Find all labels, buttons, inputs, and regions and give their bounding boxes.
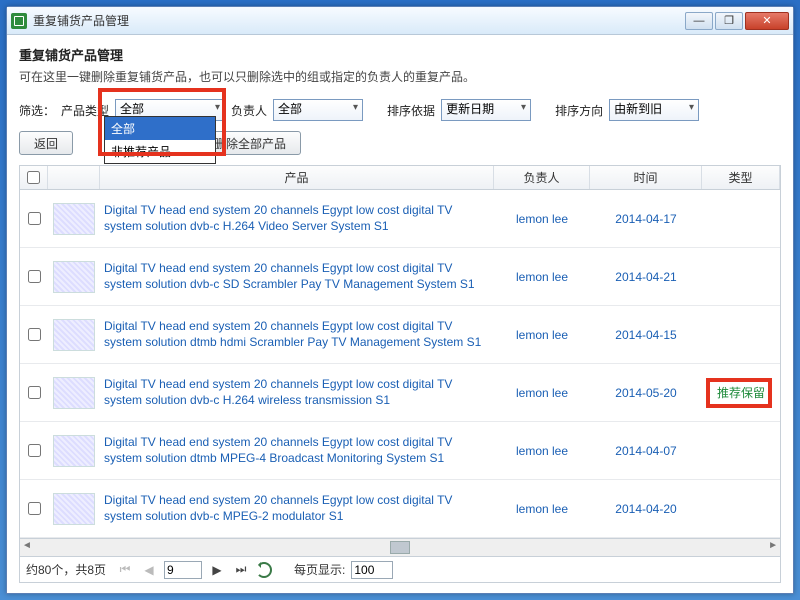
row-checkbox[interactable]	[20, 306, 48, 363]
header-time[interactable]: 时间	[590, 166, 702, 189]
table-row[interactable]: Digital TV head end system 20 channels E…	[20, 422, 780, 480]
row-type	[702, 306, 780, 363]
row-checkbox[interactable]	[20, 480, 48, 537]
header-image	[48, 166, 100, 189]
header-type[interactable]: 类型	[702, 166, 780, 189]
row-owner: lemon lee	[494, 364, 590, 421]
row-checkbox[interactable]	[20, 422, 48, 479]
pager-page-input[interactable]	[164, 561, 202, 579]
pager-first-icon[interactable]: ⏮	[116, 561, 134, 579]
refresh-icon[interactable]	[256, 562, 272, 578]
table-row[interactable]: Digital TV head end system 20 channels E…	[20, 248, 780, 306]
row-product[interactable]: Digital TV head end system 20 channels E…	[100, 248, 494, 305]
row-type	[702, 480, 780, 537]
titlebar: 重复铺货产品管理 — ❐ ✕	[7, 7, 793, 35]
row-type	[702, 190, 780, 247]
owner-label: 负责人	[231, 102, 267, 119]
maximize-button[interactable]: ❐	[715, 12, 743, 30]
row-owner: lemon lee	[494, 480, 590, 537]
row-time: 2014-04-15	[590, 306, 702, 363]
minimize-button[interactable]: —	[685, 12, 713, 30]
row-owner: lemon lee	[494, 306, 590, 363]
header-owner[interactable]: 负责人	[494, 166, 590, 189]
dropdown-option-nonrecommended[interactable]: 非推荐产品	[105, 140, 215, 163]
dropdown-option-all[interactable]: 全部	[105, 117, 215, 140]
per-page-input[interactable]	[351, 561, 393, 579]
row-product[interactable]: Digital TV head end system 20 channels E…	[100, 364, 494, 421]
sortdir-select[interactable]: 由新到旧	[609, 99, 699, 121]
pager-last-icon[interactable]: ⏭	[232, 561, 250, 579]
back-button[interactable]: 返回	[19, 131, 73, 155]
close-button[interactable]: ✕	[745, 12, 789, 30]
header-checkbox[interactable]	[20, 166, 48, 189]
table-row[interactable]: Digital TV head end system 20 channels E…	[20, 190, 780, 248]
page-title: 重复铺货产品管理	[19, 45, 781, 64]
product-type-dropdown[interactable]: 全部 非推荐产品	[104, 116, 216, 164]
row-thumbnail[interactable]	[48, 190, 100, 247]
row-thumbnail[interactable]	[48, 364, 100, 421]
row-checkbox[interactable]	[20, 190, 48, 247]
owner-select[interactable]: 全部	[273, 99, 363, 121]
sortby-label: 排序依据	[387, 102, 435, 119]
row-time: 2014-04-07	[590, 422, 702, 479]
row-type	[702, 248, 780, 305]
pager-next-icon[interactable]: ▶	[208, 561, 226, 579]
row-thumbnail[interactable]	[48, 306, 100, 363]
pager-prev-icon[interactable]: ◀	[140, 561, 158, 579]
app-icon	[11, 13, 27, 29]
row-checkbox[interactable]	[20, 248, 48, 305]
table-body: Digital TV head end system 20 channels E…	[20, 190, 780, 538]
row-time: 2014-04-21	[590, 248, 702, 305]
pager: 约80个，共8页 ⏮ ◀ ▶ ⏭ 每页显示:	[20, 556, 780, 582]
row-thumbnail[interactable]	[48, 480, 100, 537]
row-type: 推荐保留	[702, 364, 780, 421]
window-buttons: — ❐ ✕	[685, 12, 789, 30]
row-time: 2014-04-17	[590, 190, 702, 247]
row-type	[702, 422, 780, 479]
row-owner: lemon lee	[494, 422, 590, 479]
row-owner: lemon lee	[494, 248, 590, 305]
row-product[interactable]: Digital TV head end system 20 channels E…	[100, 480, 494, 537]
row-owner: lemon lee	[494, 190, 590, 247]
table-header: 产品 负责人 时间 类型	[20, 166, 780, 190]
product-table: 产品 负责人 时间 类型 Digital TV head end system …	[19, 165, 781, 583]
table-row[interactable]: Digital TV head end system 20 channels E…	[20, 364, 780, 422]
row-checkbox[interactable]	[20, 364, 48, 421]
row-time: 2014-04-20	[590, 480, 702, 537]
per-page-label: 每页显示:	[294, 561, 345, 578]
page-description: 可在这里一键删除重复铺货产品，也可以只删除选中的组或指定的负责人的重复产品。	[19, 68, 781, 85]
table-row[interactable]: Digital TV head end system 20 channels E…	[20, 306, 780, 364]
row-time: 2014-05-20	[590, 364, 702, 421]
product-type-label: 产品类型	[61, 102, 109, 119]
row-product[interactable]: Digital TV head end system 20 channels E…	[100, 422, 494, 479]
window-title: 重复铺货产品管理	[33, 12, 685, 29]
row-thumbnail[interactable]	[48, 248, 100, 305]
app-window: 重复铺货产品管理 — ❐ ✕ 重复铺货产品管理 可在这里一键删除重复铺货产品，也…	[6, 6, 794, 594]
filter-label: 筛选：	[19, 102, 55, 119]
row-product[interactable]: Digital TV head end system 20 channels E…	[100, 190, 494, 247]
pager-summary: 约80个，共8页	[26, 561, 106, 578]
row-thumbnail[interactable]	[48, 422, 100, 479]
sortdir-label: 排序方向	[555, 102, 603, 119]
horizontal-scrollbar[interactable]	[20, 538, 780, 556]
sortby-select[interactable]: 更新日期	[441, 99, 531, 121]
header-product[interactable]: 产品	[100, 166, 494, 189]
table-row[interactable]: Digital TV head end system 20 channels E…	[20, 480, 780, 538]
row-product[interactable]: Digital TV head end system 20 channels E…	[100, 306, 494, 363]
